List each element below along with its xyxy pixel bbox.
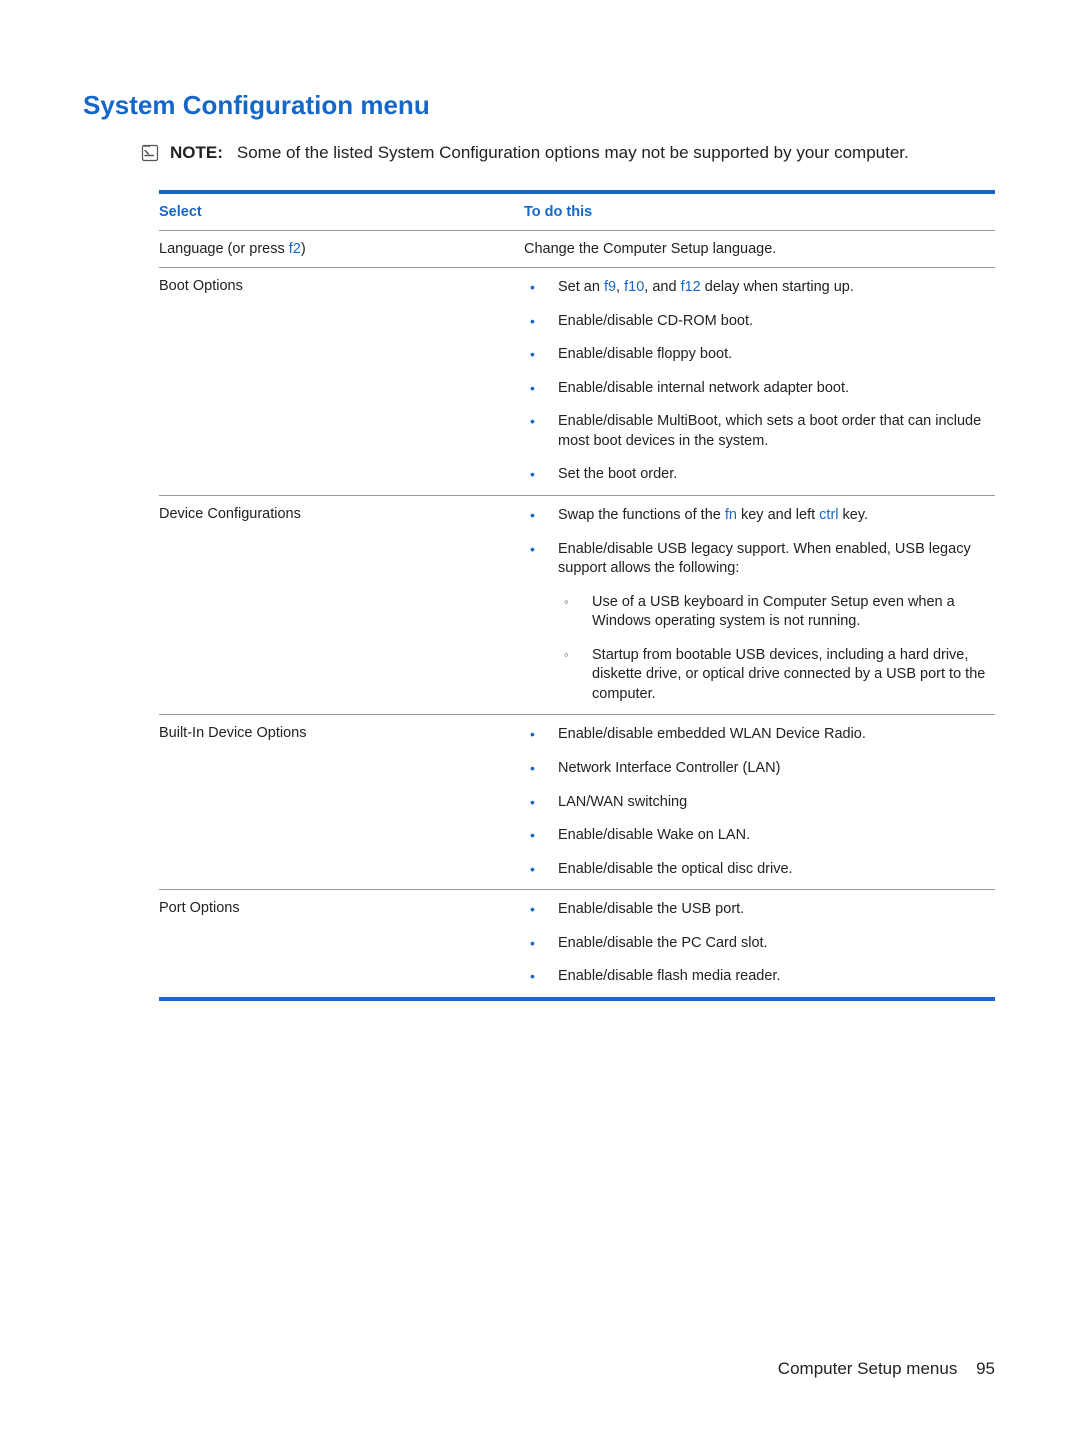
list-item: Enable/disable Wake on LAN. [524, 826, 995, 846]
select-cell: Device Configurations [159, 495, 524, 715]
bullet-list: Swap the functions of the fn key and lef… [524, 506, 995, 705]
note-label: NOTE: [170, 143, 223, 163]
list-item: LAN/WAN switching [524, 793, 995, 813]
todo-cell: Change the Computer Setup language. [524, 231, 995, 268]
kbd-key: f10 [624, 279, 644, 295]
bullet-list: Set an f9, f10, and f12 delay when start… [524, 278, 995, 485]
note-callout: NOTE: Some of the listed System Configur… [140, 143, 995, 168]
list-item: Set the boot order. [524, 465, 995, 485]
page-number: 95 [976, 1359, 995, 1378]
col-todo: To do this [524, 192, 995, 231]
list-item: Set an f9, f10, and f12 delay when start… [524, 278, 995, 298]
list-item: Enable/disable the PC Card slot. [524, 934, 995, 954]
select-cell: Boot Options [159, 268, 524, 496]
kbd-key: f9 [604, 279, 616, 295]
list-item: Enable/disable the optical disc drive. [524, 860, 995, 880]
select-cell: Language (or press f2) [159, 231, 524, 268]
todo-cell: Enable/disable embedded WLAN Device Radi… [524, 715, 995, 890]
table-row: Language (or press f2)Change the Compute… [159, 231, 995, 268]
table-row: Boot OptionsSet an f9, f10, and f12 dela… [159, 268, 995, 496]
list-item: Network Interface Controller (LAN) [524, 759, 995, 779]
list-item: Enable/disable embedded WLAN Device Radi… [524, 725, 995, 745]
sub-list: Use of a USB keyboard in Computer Setup … [558, 593, 995, 705]
kbd-key: f2 [289, 241, 301, 257]
list-item: Enable/disable CD-ROM boot. [524, 312, 995, 332]
select-cell: Built-In Device Options [159, 715, 524, 890]
table-row: Built-In Device OptionsEnable/disable em… [159, 715, 995, 890]
list-item: Enable/disable flash media reader. [524, 967, 995, 987]
col-select: Select [159, 192, 524, 231]
kbd-key: ctrl [819, 507, 838, 523]
page-footer: Computer Setup menus 95 [778, 1359, 995, 1379]
sub-list-item: Use of a USB keyboard in Computer Setup … [558, 593, 995, 632]
list-item: Enable/disable floppy boot. [524, 345, 995, 365]
footer-text: Computer Setup menus [778, 1359, 958, 1378]
todo-cell: Set an f9, f10, and f12 delay when start… [524, 268, 995, 496]
page-heading: System Configuration menu [83, 90, 995, 121]
table-row: Device ConfigurationsSwap the functions … [159, 495, 995, 715]
list-item: Enable/disable USB legacy support. When … [524, 540, 995, 705]
todo-cell: Enable/disable the USB port. Enable/disab… [524, 890, 995, 999]
list-item: Enable/disable the USB port. [524, 900, 995, 920]
note-icon [140, 143, 162, 168]
todo-cell: Swap the functions of the fn key and lef… [524, 495, 995, 715]
table-row: Port OptionsEnable/disable the USB port.… [159, 890, 995, 999]
sub-list-item: Startup from bootable USB devices, inclu… [558, 646, 995, 705]
bullet-list: Enable/disable the USB port. Enable/disab… [524, 900, 995, 987]
kbd-key: f12 [681, 279, 701, 295]
bullet-list: Enable/disable embedded WLAN Device Radi… [524, 725, 995, 879]
note-text: Some of the listed System Configuration … [237, 143, 909, 163]
list-item: Swap the functions of the fn key and lef… [524, 506, 995, 526]
kbd-key: fn [725, 507, 737, 523]
config-table: Select To do this Language (or press f2)… [159, 190, 995, 1001]
list-item: Enable/disable internal network adapter … [524, 379, 995, 399]
select-cell: Port Options [159, 890, 524, 999]
list-item: Enable/disable MultiBoot, which sets a b… [524, 412, 995, 451]
